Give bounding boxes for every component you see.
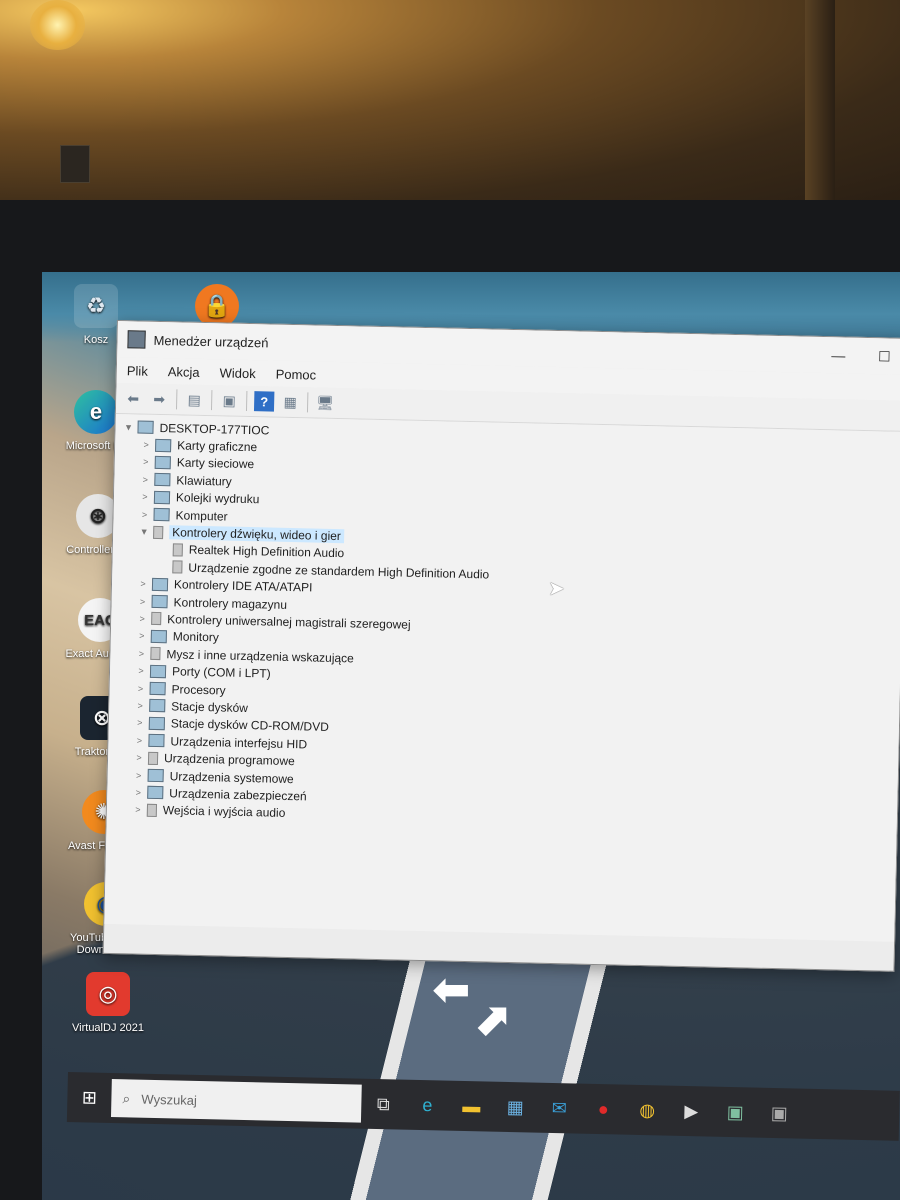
cd-rom-icon	[148, 716, 166, 731]
taskbar-search-box[interactable]: ⌕ Wyszukaj	[110, 1078, 362, 1123]
mouse-cursor-icon: ➤	[548, 578, 565, 600]
edge-icon: e	[74, 390, 118, 434]
keyboard-icon	[154, 473, 171, 487]
road-arrow-left: ⬅	[432, 963, 471, 1015]
edge-icon[interactable]: e	[405, 1080, 450, 1131]
computer-icon	[153, 508, 170, 522]
processor-icon	[149, 681, 166, 696]
chevron-right-icon[interactable]: >	[139, 457, 153, 467]
back-arrow-icon[interactable]: ⬅	[123, 388, 143, 408]
scan-hardware-monitor-icon[interactable]: 🖥	[315, 393, 335, 413]
speaker-icon	[172, 543, 183, 557]
chevron-right-icon[interactable]: >	[132, 770, 146, 780]
app-icon[interactable]: ▣	[757, 1088, 802, 1139]
show-hide-console-tree-icon[interactable]: ▤	[184, 390, 204, 410]
recycle-bin-icon: ♻	[74, 284, 118, 328]
chevron-right-icon[interactable]: >	[133, 700, 147, 711]
chevron-right-icon[interactable]: >	[136, 596, 150, 606]
chevron-right-icon[interactable]: >	[135, 631, 149, 641]
toolbar-separator	[245, 390, 248, 411]
menu-action[interactable]: Akcja	[158, 363, 210, 380]
ide-controller-icon	[151, 577, 169, 591]
menu-help[interactable]: Pomoc	[266, 366, 327, 382]
disk-drive-icon	[149, 699, 166, 713]
opera-icon[interactable]: ●	[581, 1084, 626, 1135]
forward-arrow-icon[interactable]: ➡	[149, 389, 169, 409]
minimize-button[interactable]: —	[815, 337, 862, 374]
security-device-icon	[147, 786, 164, 800]
system-device-icon	[147, 768, 164, 783]
toolbar-separator	[210, 390, 213, 411]
maximize-button[interactable]: ☐	[861, 338, 900, 375]
wall-switch	[60, 145, 90, 183]
device-manager-window[interactable]: Menedżer urządzeń — ☐ Plik Akcja Widok P…	[102, 320, 900, 972]
chevron-down-icon[interactable]: ▼	[137, 527, 151, 537]
chevron-right-icon[interactable]: >	[132, 753, 146, 763]
chevron-right-icon[interactable]: >	[133, 718, 147, 728]
menu-file[interactable]: Plik	[117, 363, 158, 379]
properties-icon[interactable]: ▣	[219, 390, 239, 410]
chevron-right-icon[interactable]: >	[139, 440, 153, 450]
app-icon[interactable]: ▣	[713, 1087, 758, 1138]
speaker-icon	[172, 560, 183, 574]
usb-icon	[151, 612, 162, 626]
storage-controller-icon	[151, 594, 168, 609]
network-adapter-icon	[154, 455, 171, 470]
software-device-icon	[147, 751, 159, 765]
chevron-right-icon[interactable]: >	[131, 787, 145, 797]
chevron-right-icon[interactable]: >	[136, 579, 150, 589]
road-arrow-right: ⬈	[472, 993, 511, 1045]
monitor-icon	[150, 629, 167, 644]
help-icon[interactable]: ?	[253, 391, 275, 412]
display-adapter-icon	[155, 438, 172, 452]
chevron-right-icon[interactable]: >	[134, 683, 148, 693]
hid-icon	[148, 734, 165, 748]
store-icon[interactable]: ▦	[493, 1082, 538, 1133]
speaker-icon	[153, 525, 164, 539]
windows-start-icon[interactable]: ⊞	[67, 1072, 112, 1123]
chevron-right-icon[interactable]: >	[138, 474, 152, 484]
audio-io-icon	[146, 803, 158, 817]
toolbar-separator	[175, 389, 178, 410]
chevron-right-icon[interactable]: >	[134, 648, 148, 658]
task-view-icon[interactable]: ⧉	[361, 1079, 406, 1130]
desktop-icon-virtualdj[interactable]: ◎ VirtualDJ 2021	[68, 972, 148, 1034]
mouse-icon	[150, 647, 161, 661]
chevron-right-icon[interactable]: >	[138, 492, 152, 502]
mail-icon[interactable]: ✉	[537, 1083, 582, 1134]
chevron-right-icon[interactable]: >	[131, 805, 145, 815]
search-placeholder: Wyszukaj	[141, 1091, 198, 1108]
chevron-right-icon[interactable]: >	[132, 735, 146, 745]
menu-view[interactable]: Widok	[209, 365, 265, 381]
toolbar-separator	[306, 392, 309, 413]
device-manager-app-icon	[127, 330, 146, 349]
chevron-down-icon[interactable]: ▼	[121, 422, 135, 432]
wall-edge	[805, 0, 835, 205]
chevron-right-icon[interactable]: >	[137, 509, 151, 519]
chevron-right-icon[interactable]: >	[135, 613, 149, 624]
computer-icon	[137, 420, 154, 435]
search-icon: ⌕	[122, 1089, 131, 1106]
action-pane-icon[interactable]: ▦	[280, 392, 300, 412]
chrome-icon[interactable]: ◍	[625, 1085, 670, 1136]
chevron-right-icon[interactable]: >	[134, 666, 148, 676]
file-explorer-icon[interactable]: ▬	[449, 1081, 494, 1132]
window-title: Menedżer urządzeń	[153, 332, 269, 350]
room-background	[0, 0, 900, 205]
printer-icon	[153, 490, 171, 504]
device-tree: ▼ DESKTOP-177TIOC > Karty graficzne > Ka…	[104, 413, 900, 942]
wall-lamp	[30, 0, 85, 50]
virtualdj-icon: ◎	[86, 972, 130, 1016]
port-icon	[149, 664, 167, 678]
media-player-icon[interactable]: ▶	[669, 1086, 714, 1137]
